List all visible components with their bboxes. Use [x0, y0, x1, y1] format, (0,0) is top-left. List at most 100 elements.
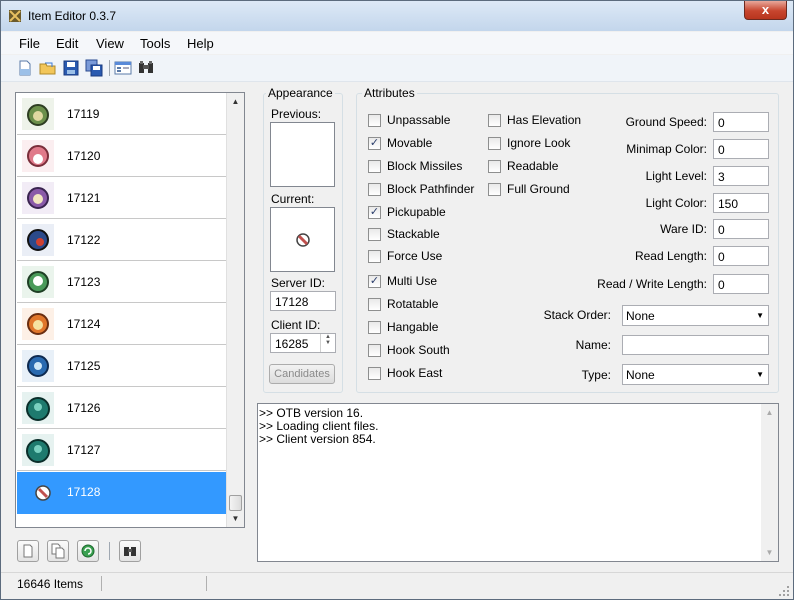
pickupable-checkbox[interactable]: ✓ — [368, 206, 381, 219]
list-item[interactable]: 17121 — [17, 178, 228, 219]
binoculars-icon — [124, 547, 136, 556]
scroll-thumb[interactable] — [229, 495, 242, 511]
preferences-icon[interactable] — [114, 59, 132, 77]
unpassable-checkbox[interactable] — [368, 114, 381, 127]
hangable-checkbox[interactable] — [368, 321, 381, 334]
title-bar: Item Editor 0.3.7 x — [1, 1, 793, 31]
client-id-stepper[interactable]: 16285 ▲ ▼ — [270, 333, 336, 353]
stack-order-select[interactable]: None ▼ — [622, 305, 769, 326]
server-id-field[interactable]: 17128 — [270, 291, 336, 311]
list-item[interactable]: 17124 — [17, 304, 228, 345]
hook-east-checkbox[interactable] — [368, 367, 381, 380]
items-count: 16646 Items — [17, 577, 84, 591]
status-bar: 16646 Items — [1, 572, 793, 599]
scroll-up-icon[interactable]: ▲ — [761, 406, 778, 419]
server-id-label: Server ID: — [271, 276, 326, 290]
item-sprite-17123 — [22, 266, 54, 298]
toolbar-separator — [109, 60, 110, 76]
reload-item-button[interactable] — [77, 540, 99, 562]
light-level-field[interactable]: 3 — [713, 166, 769, 186]
stackable-label: Stackable — [387, 227, 440, 241]
menu-file[interactable]: File — [19, 36, 40, 51]
reload-icon — [81, 544, 95, 558]
log-line: >> Client version 854. — [259, 432, 376, 446]
full-ground-checkbox[interactable] — [488, 183, 501, 196]
light-color-field[interactable]: 150 — [713, 193, 769, 213]
new-item-icon — [23, 544, 33, 558]
list-item[interactable]: 17125 — [17, 346, 228, 387]
item-sprite-17121 — [22, 182, 54, 214]
toolbar — [1, 55, 793, 82]
movable-checkbox[interactable]: ✓ — [368, 137, 381, 150]
unpassable-label: Unpassable — [387, 113, 451, 127]
item-list-scrollbar[interactable]: ▲ ▼ — [226, 93, 244, 527]
menu-bar: File Edit View Tools Help — [1, 32, 793, 54]
save-icon[interactable] — [62, 59, 80, 77]
block-missiles-checkbox[interactable] — [368, 160, 381, 173]
hook-east-label: Hook East — [387, 366, 443, 380]
item-list[interactable]: 17119 17120 17121 17122 17123 17124 1712… — [15, 92, 245, 528]
movable-label: Movable — [387, 136, 433, 150]
item-id: 17128 — [67, 485, 101, 499]
resize-grip-icon[interactable] — [778, 585, 790, 597]
current-sprite-box — [270, 207, 335, 272]
item-id: 17122 — [67, 233, 101, 247]
spin-buttons[interactable]: ▲ ▼ — [320, 334, 335, 352]
ignore-look-label: Ignore Look — [507, 136, 571, 150]
list-item[interactable]: 17126 — [17, 388, 228, 429]
item-id: 17124 — [67, 317, 101, 331]
duplicate-item-button[interactable] — [47, 540, 69, 562]
new-file-icon[interactable] — [16, 59, 34, 77]
ware-id-field[interactable]: 0 — [713, 219, 769, 239]
light-color-label: Light Color: — [645, 196, 707, 210]
name-field[interactable] — [622, 335, 769, 355]
ground-speed-field[interactable]: 0 — [713, 112, 769, 132]
rotatable-label: Rotatable — [387, 297, 439, 311]
read-write-length-field[interactable]: 0 — [713, 274, 769, 294]
save-as-icon[interactable] — [85, 59, 103, 77]
has-elevation-checkbox[interactable] — [488, 114, 501, 127]
block-pathfinder-checkbox[interactable] — [368, 183, 381, 196]
rotatable-checkbox[interactable] — [368, 298, 381, 311]
candidates-button[interactable]: Candidates — [269, 364, 335, 384]
menu-view[interactable]: View — [96, 36, 124, 51]
scroll-down-icon[interactable]: ▼ — [761, 546, 778, 559]
output-log[interactable]: >> OTB version 16. >> Loading client fil… — [257, 403, 779, 562]
list-item-selected[interactable]: 17128 — [17, 472, 228, 514]
bottom-toolbar-separator — [109, 542, 110, 560]
menu-tools[interactable]: Tools — [140, 36, 170, 51]
log-scrollbar[interactable]: ▲ ▼ — [761, 404, 778, 561]
scroll-down-icon[interactable]: ▼ — [227, 510, 244, 527]
list-item[interactable]: 17122 — [17, 220, 228, 261]
status-separator — [101, 576, 102, 591]
scroll-up-icon[interactable]: ▲ — [227, 93, 244, 110]
force-use-checkbox[interactable] — [368, 250, 381, 263]
menu-edit[interactable]: Edit — [56, 36, 78, 51]
hook-south-label: Hook South — [387, 343, 450, 357]
readable-checkbox[interactable] — [488, 160, 501, 173]
hook-south-checkbox[interactable] — [368, 344, 381, 357]
list-item[interactable]: 17120 — [17, 136, 228, 177]
find-item-icon[interactable] — [137, 59, 155, 77]
menu-help[interactable]: Help — [187, 36, 214, 51]
list-item[interactable]: 17123 — [17, 262, 228, 303]
new-item-button[interactable] — [17, 540, 39, 562]
previous-label: Previous: — [271, 107, 322, 121]
item-sprite-17119 — [22, 98, 54, 130]
force-use-label: Force Use — [387, 249, 443, 263]
block-missiles-label: Block Missiles — [387, 159, 463, 173]
item-sprite-17120 — [22, 140, 54, 172]
ignore-look-checkbox[interactable] — [488, 137, 501, 150]
multi-use-checkbox[interactable]: ✓ — [368, 275, 381, 288]
item-id: 17125 — [67, 359, 101, 373]
type-select[interactable]: None ▼ — [622, 364, 769, 385]
list-item[interactable]: 17127 — [17, 430, 228, 471]
minimap-color-field[interactable]: 0 — [713, 139, 769, 159]
read-length-field[interactable]: 0 — [713, 246, 769, 266]
list-item[interactable]: 17119 — [17, 94, 228, 135]
spin-down-icon[interactable]: ▼ — [321, 340, 335, 346]
find-item-button[interactable] — [119, 540, 141, 562]
stackable-checkbox[interactable] — [368, 228, 381, 241]
open-folder-icon[interactable] — [39, 59, 57, 77]
close-button[interactable]: x — [744, 1, 787, 20]
